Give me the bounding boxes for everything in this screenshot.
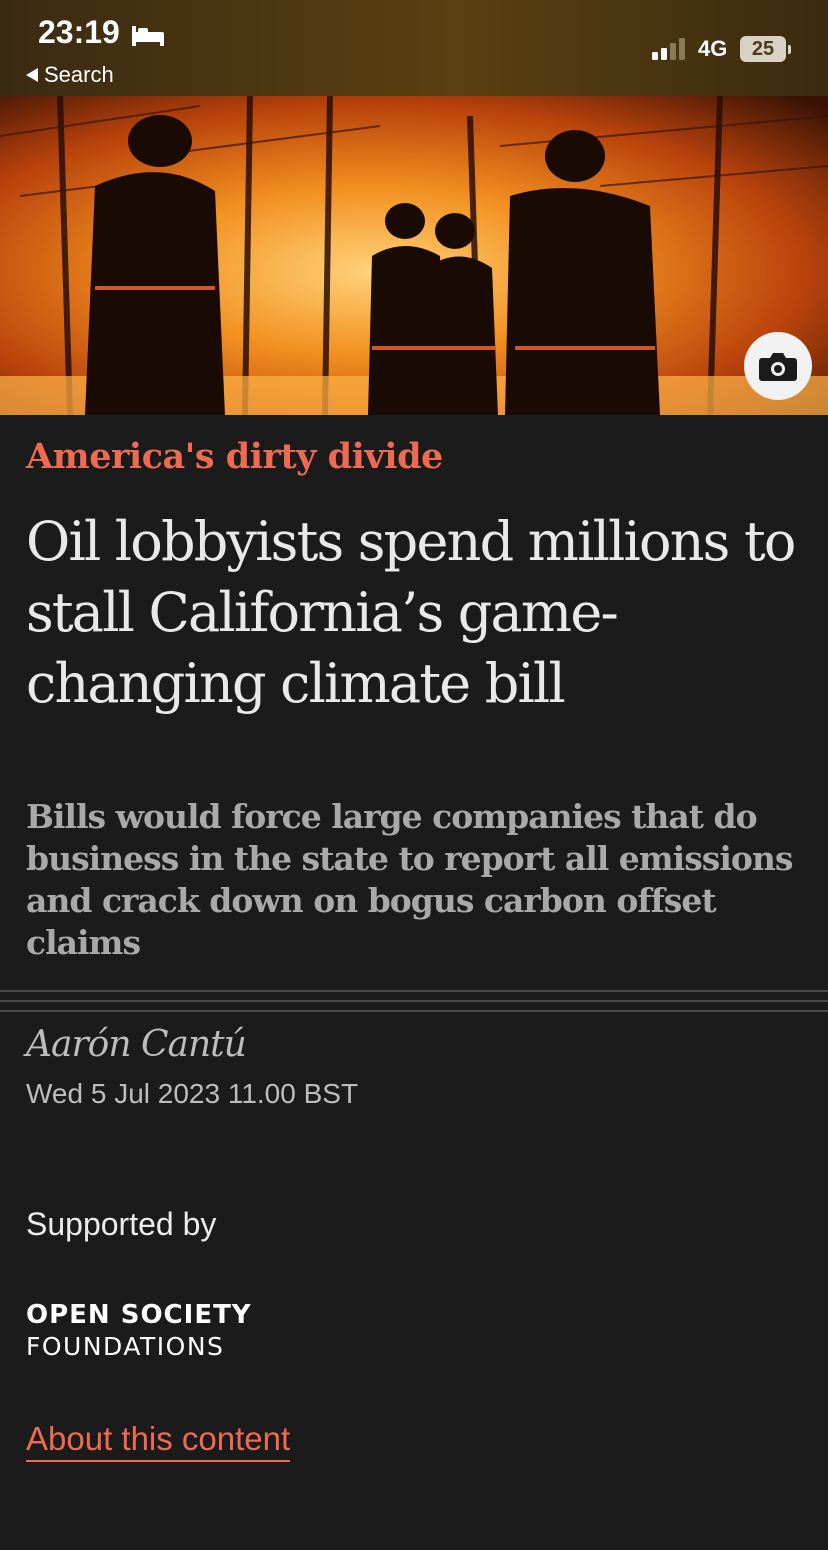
article-headline: Oil lobbyists spend millions to stall Ca… bbox=[26, 510, 796, 715]
clock: 23:19 bbox=[38, 14, 120, 50]
supported-by-label: Supported by bbox=[26, 1206, 217, 1242]
logo-line-2: FOUNDATIONS bbox=[26, 1332, 225, 1361]
firefighters-wildfire-photo bbox=[0, 96, 828, 415]
back-label: Search bbox=[44, 62, 114, 87]
battery-icon: 25 bbox=[740, 36, 792, 64]
open-society-foundations-logo[interactable]: OPEN SOCIETY FOUNDATIONS bbox=[26, 1300, 252, 1362]
battery-level: 25 bbox=[740, 36, 786, 62]
network-type: 4G bbox=[698, 36, 728, 61]
about-this-content-link[interactable]: About this content bbox=[26, 1420, 291, 1462]
logo-line-1: OPEN SOCIETY bbox=[26, 1300, 252, 1330]
signal-icon bbox=[652, 38, 685, 60]
divider-line bbox=[0, 1010, 828, 1012]
camera-icon bbox=[759, 353, 797, 381]
divider-line bbox=[0, 1000, 828, 1002]
divider-line bbox=[0, 990, 828, 992]
publish-date: Wed 5 Jul 2023 11.00 BST bbox=[26, 1078, 359, 1109]
series-kicker-link[interactable]: America's dirty divide bbox=[26, 436, 443, 477]
status-bar: 23:19 Search 4G 25 bbox=[0, 0, 828, 96]
back-to-search-link[interactable]: Search bbox=[26, 62, 114, 88]
back-caret-icon bbox=[26, 68, 38, 82]
bed-icon bbox=[132, 26, 164, 46]
author-byline-link[interactable]: Aarón Cantú bbox=[26, 1024, 247, 1065]
article-standfirst: Bills would force large companies that d… bbox=[26, 797, 793, 962]
hero-photo[interactable] bbox=[0, 96, 828, 415]
photo-caption-button[interactable] bbox=[744, 332, 812, 400]
battery-nub bbox=[788, 45, 791, 54]
